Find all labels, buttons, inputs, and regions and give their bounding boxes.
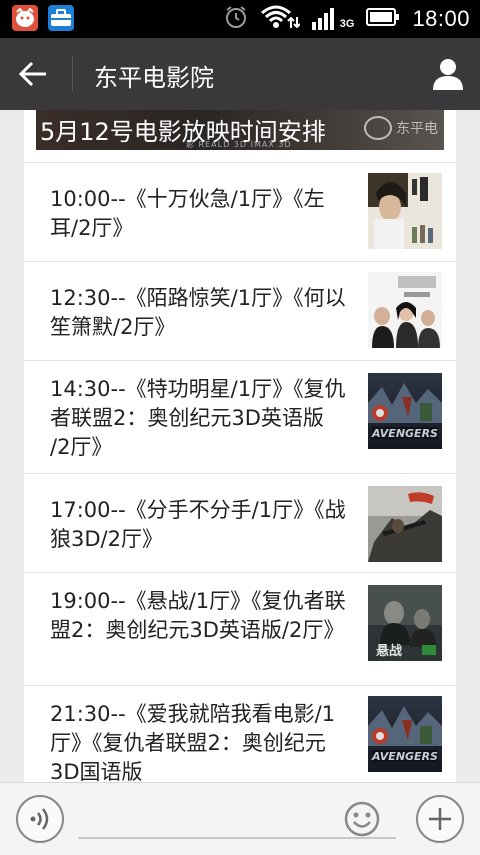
schedule-text: 14:30--《特功明星/1厅》《复仇者联盟2：奥创纪元3D英语版 /2厅》 (50, 377, 346, 459)
schedule-text: 10:00--《十万伙急/1厅》《左耳/2厅》 (50, 187, 325, 240)
he-yi-sheng-xiao-mo-poster (368, 272, 442, 348)
left-ear-poster (368, 173, 442, 249)
avengers-poster: AVENGERS (368, 373, 442, 449)
network-type-label: 3G (339, 18, 355, 30)
toolbox-app-icon (48, 5, 74, 31)
avengers-poster: AVENGERS (368, 696, 442, 772)
schedule-text: 12:30--《陌路惊笑/1厅》《何以笙箫默/2厅》 (50, 286, 346, 339)
chat-bubble-icon (364, 116, 392, 140)
voice-icon (30, 808, 49, 830)
status-bar: 3G 18:00 (0, 0, 480, 38)
schedule-text: 19:00--《悬战/1厅》《复仇者联盟2：奥创纪元3D英语版/2厅》 (50, 589, 346, 642)
header-divider (72, 56, 73, 92)
schedule-row[interactable]: 21:30--《爱我就陪我看电影/1厅》《复仇者联盟2：奥创纪元3D国语版 AV… (24, 685, 456, 782)
schedule-row[interactable]: 19:00--《悬战/1厅》《复仇者联盟2：奥创纪元3D英语版/2厅》 悬战 (24, 572, 456, 685)
banner-watermark: 东平电 (364, 116, 438, 140)
mail-app-icon (12, 5, 38, 31)
svg-text:悬战: 悬战 (376, 643, 402, 659)
schedule-row[interactable]: 17:00--《分手不分手/1厅》《战狼3D/2厅》 (24, 473, 456, 572)
signal-icon: 3G (311, 8, 355, 30)
schedule-row[interactable]: 14:30--《特功明星/1厅》《复仇者联盟2：奥创纪元3D英语版 /2厅》 A… (24, 360, 456, 473)
voice-button[interactable] (16, 795, 64, 843)
emoji-icon (344, 801, 380, 837)
watermark-text: 东平电 (396, 121, 438, 137)
page-title: 东平电影院 (94, 64, 214, 92)
banner-image: 影 REALD 3D IMAX 3D 5月12号电影放映时间安排 东平电 (36, 110, 444, 150)
emoji-button[interactable] (344, 801, 380, 837)
schedule-row[interactable]: 12:30--《陌路惊笑/1厅》《何以笙箫默/2厅》 (24, 261, 456, 360)
wolf-warrior-poster (368, 486, 442, 562)
message-card[interactable]: 影 REALD 3D IMAX 3D 5月12号电影放映时间安排 东平电 10:… (24, 110, 456, 782)
back-arrow-icon (18, 61, 46, 87)
svg-text:AVENGERS: AVENGERS (371, 750, 438, 763)
xuan-zhan-poster: 悬战 (368, 585, 442, 661)
schedule-text: 21:30--《爱我就陪我看电影/1厅》《复仇者联盟2：奥创纪元3D国语版 (50, 702, 336, 782)
alarm-icon (224, 5, 248, 33)
banner-title: 5月12号电影放映时间安排 (40, 118, 326, 146)
battery-icon (366, 7, 400, 31)
plus-icon (429, 808, 451, 830)
chat-input-bar (0, 782, 480, 855)
schedule-row[interactable]: 10:00--《十万伙急/1厅》《左耳/2厅》 (24, 162, 456, 261)
action-bar: 东平电影院 (0, 38, 480, 110)
svg-text:AVENGERS: AVENGERS (371, 427, 438, 440)
schedule-text: 17:00--《分手不分手/1厅》《战狼3D/2厅》 (50, 498, 346, 551)
plus-button[interactable] (416, 795, 464, 843)
back-button[interactable] (18, 58, 52, 90)
profile-button[interactable] (430, 56, 466, 92)
wifi-icon (260, 4, 301, 34)
clock: 18:00 (412, 6, 470, 31)
person-icon (433, 59, 463, 90)
